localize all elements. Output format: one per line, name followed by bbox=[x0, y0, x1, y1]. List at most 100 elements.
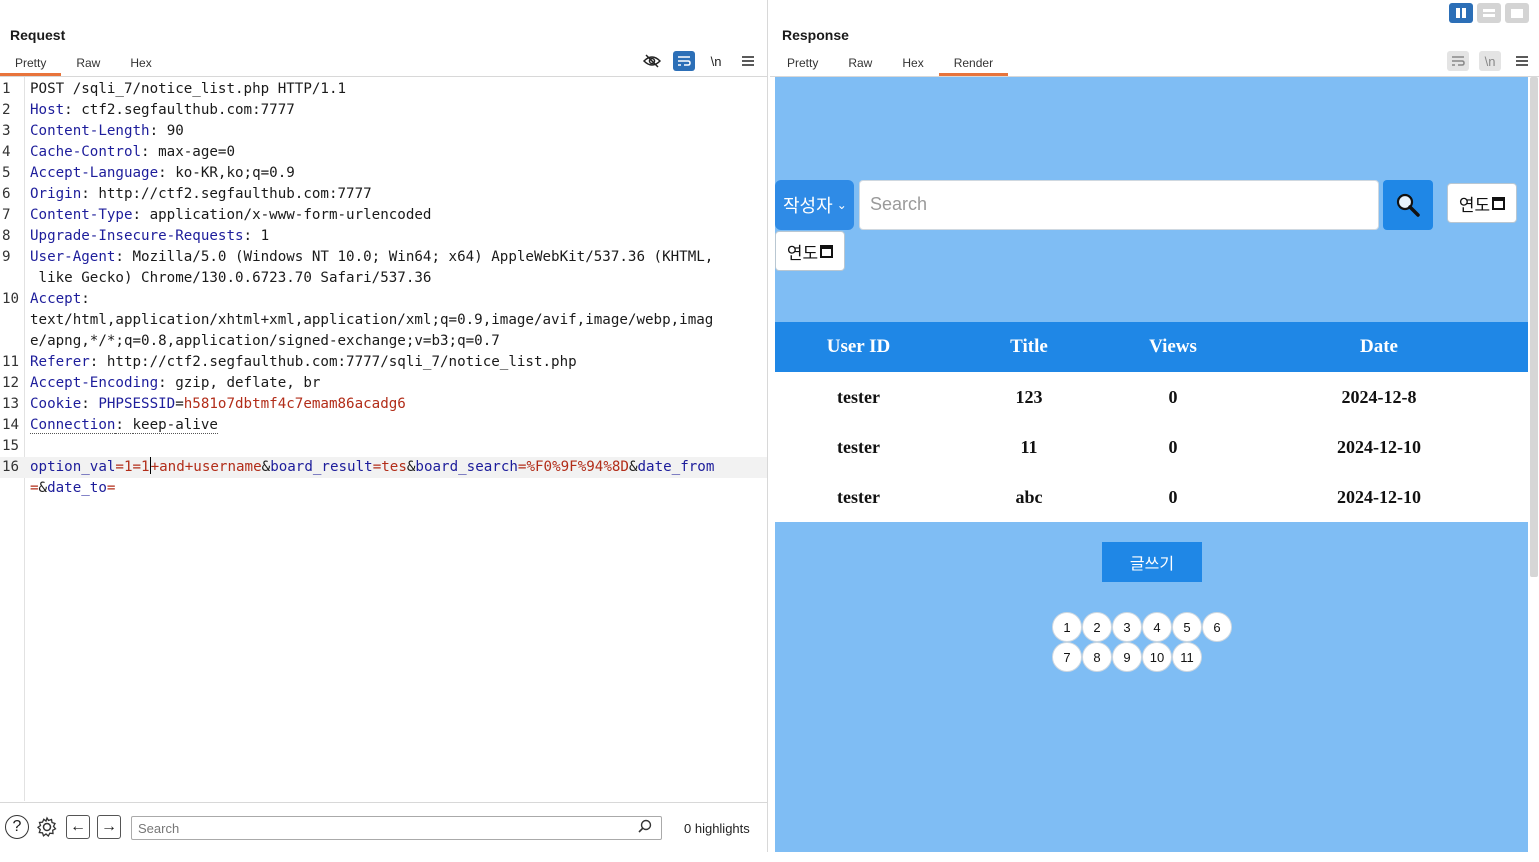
code-line[interactable]: 6 Origin: http://ctf2.segfaulthub.com:777… bbox=[0, 184, 767, 205]
page-link[interactable]: 4 bbox=[1142, 612, 1172, 642]
date-to-input[interactable]: 연도 bbox=[775, 231, 845, 271]
header-name: Origin bbox=[30, 186, 82, 202]
scrollbar[interactable] bbox=[1530, 77, 1538, 577]
code-line[interactable]: 12 Accept-Encoding: gzip, deflate, br bbox=[0, 373, 767, 394]
code-line[interactable]: 14 Connection: keep-alive bbox=[0, 415, 767, 436]
eye-off-icon[interactable] bbox=[641, 51, 663, 71]
request-editor[interactable]: 1 POST /sqli_7/notice_list.php HTTP/1.1 2 H… bbox=[0, 77, 767, 801]
code-line[interactable]: 9 User-Agent: Mozilla/5.0 (Windows NT 10.… bbox=[0, 247, 767, 268]
header-user-id: User ID bbox=[826, 336, 891, 357]
line-number: 11 bbox=[2, 354, 20, 370]
header-name: Accept bbox=[30, 291, 82, 307]
header-separator: : bbox=[115, 417, 133, 434]
request-tab-raw[interactable]: Raw bbox=[61, 52, 115, 76]
line-number: 5 bbox=[2, 165, 11, 181]
header-value: 90 bbox=[166, 123, 184, 139]
code-line[interactable]: 2 Host: ctf2.segfaulthub.com:7777 bbox=[0, 100, 767, 121]
code-line[interactable]: like Gecko) Chrome/130.0.6723.70 Safari/… bbox=[0, 268, 767, 289]
cell-title[interactable]: 123 bbox=[942, 387, 1116, 408]
search-input[interactable]: Search bbox=[859, 180, 1379, 230]
header-value: e/apng,*/*;q=0.8,application/signed-exch… bbox=[30, 333, 500, 349]
page-link[interactable]: 8 bbox=[1082, 642, 1112, 672]
response-tab-pretty[interactable]: Pretty bbox=[770, 52, 833, 76]
header-value: application/x-www-form-urlencoded bbox=[149, 207, 432, 223]
page-link[interactable]: 2 bbox=[1082, 612, 1112, 642]
table-row[interactable]: tester 123 0 2024-12-8 bbox=[775, 372, 1528, 422]
code-line-body[interactable]: 16 option_val=1=1+and+username&board_resu… bbox=[0, 457, 767, 478]
page-link[interactable]: 6 bbox=[1202, 612, 1232, 642]
split-columns-icon[interactable] bbox=[1449, 3, 1473, 23]
code-line[interactable]: 4 Cache-Control: max-age=0 bbox=[0, 142, 767, 163]
split-rows-icon[interactable] bbox=[1477, 3, 1501, 23]
line-number bbox=[0, 331, 25, 352]
code-line[interactable]: 15 bbox=[0, 436, 767, 457]
search-icon[interactable] bbox=[638, 819, 652, 836]
request-code[interactable]: 1 POST /sqli_7/notice_list.php HTTP/1.1 2 H… bbox=[0, 79, 767, 499]
code-line[interactable]: 7 Content-Type: application/x-www-form-ur… bbox=[0, 205, 767, 226]
rendered-page: 작성자 ⌄ Search 연도 연도 User ID Title Views D… bbox=[775, 77, 1528, 852]
wrap-icon[interactable] bbox=[673, 51, 695, 71]
cell-date: 2024-12-8 bbox=[1341, 386, 1417, 407]
page-link[interactable]: 7 bbox=[1052, 642, 1082, 672]
code-line[interactable]: 13 Cookie: PHPSESSID=h581o7dbtmf4c7emam86… bbox=[0, 394, 767, 415]
page-link[interactable]: 10 bbox=[1142, 642, 1172, 672]
code-line[interactable]: 8 Upgrade-Insecure-Requests: 1 bbox=[0, 226, 767, 247]
header-value: text/html,application/xhtml+xml,applicat… bbox=[30, 312, 714, 328]
param-value: %F0%9F%94%8D bbox=[526, 459, 629, 475]
line-number: 3 bbox=[2, 123, 11, 139]
cell-title[interactable]: abc bbox=[942, 487, 1116, 508]
page-link[interactable]: 1 bbox=[1052, 612, 1082, 642]
write-button[interactable]: 글쓰기 bbox=[1102, 542, 1202, 582]
single-pane-icon[interactable] bbox=[1505, 3, 1529, 23]
footer-search-input[interactable]: Search bbox=[131, 816, 662, 840]
newline-toggle[interactable]: \n bbox=[705, 51, 727, 71]
help-icon[interactable]: ? bbox=[5, 815, 29, 839]
hamburger-icon[interactable] bbox=[1511, 51, 1533, 71]
hamburger-icon[interactable] bbox=[737, 51, 759, 71]
newline-toggle[interactable]: \n bbox=[1479, 51, 1501, 71]
code-line[interactable]: 11 Referer: http://ctf2.segfaulthub.com:7… bbox=[0, 352, 767, 373]
page-link[interactable]: 9 bbox=[1112, 642, 1142, 672]
line-number: 14 bbox=[2, 417, 20, 433]
back-arrow-icon[interactable]: ← bbox=[66, 815, 90, 839]
code-line[interactable]: 5 Accept-Language: ko-KR,ko;q=0.9 bbox=[0, 163, 767, 184]
table-row[interactable]: tester abc 0 2024-12-10 bbox=[775, 472, 1528, 522]
param-name: date_to bbox=[47, 480, 107, 496]
request-tab-pretty[interactable]: Pretty bbox=[0, 52, 62, 76]
response-tab-raw[interactable]: Raw bbox=[833, 52, 887, 76]
code-line[interactable]: e/apng,*/*;q=0.8,application/signed-exch… bbox=[0, 331, 767, 352]
gear-icon[interactable] bbox=[35, 815, 59, 839]
response-tab-render[interactable]: Render bbox=[938, 52, 1009, 76]
code-line[interactable]: 1 POST /sqli_7/notice_list.php HTTP/1.1 bbox=[0, 79, 767, 100]
header-name: Upgrade-Insecure-Requests bbox=[30, 228, 244, 244]
request-footer: ? ← → Search 0 highlights bbox=[0, 802, 768, 852]
code-line[interactable]: text/html,application/xhtml+xml,applicat… bbox=[0, 310, 767, 331]
line-number bbox=[0, 268, 25, 289]
date-label: 연도 bbox=[786, 243, 819, 263]
cell-title[interactable]: 11 bbox=[942, 437, 1116, 458]
response-tab-hex[interactable]: Hex bbox=[887, 52, 938, 76]
code-line[interactable]: 3 Content-Length: 90 bbox=[0, 121, 767, 142]
date-from-input[interactable]: 연도 bbox=[1447, 183, 1517, 223]
header-name: User-Agent bbox=[30, 249, 116, 265]
page-link[interactable]: 5 bbox=[1172, 612, 1202, 642]
page-link[interactable]: 3 bbox=[1112, 612, 1142, 642]
wrap-icon[interactable] bbox=[1447, 51, 1469, 71]
cell-date: 2024-12-10 bbox=[1337, 436, 1421, 457]
line-number: 1 bbox=[2, 81, 11, 97]
code-line[interactable]: 10 Accept: bbox=[0, 289, 767, 310]
code-line-body-wrap[interactable]: =&date_to= bbox=[0, 478, 767, 499]
header-separator: : bbox=[243, 228, 261, 244]
forward-arrow-icon[interactable]: → bbox=[97, 815, 121, 839]
calendar-icon bbox=[820, 244, 834, 258]
cell-user-id: tester bbox=[837, 486, 880, 507]
header-value: like Gecko) Chrome/130.0.6723.70 Safari/… bbox=[30, 270, 432, 286]
page-link[interactable]: 11 bbox=[1172, 642, 1202, 672]
cell-views: 0 bbox=[1168, 486, 1178, 507]
request-tab-hex[interactable]: Hex bbox=[115, 52, 166, 76]
search-button[interactable] bbox=[1383, 180, 1433, 230]
header-separator: : bbox=[132, 207, 150, 223]
search-option-select[interactable]: 작성자 ⌄ bbox=[775, 180, 854, 230]
table-row[interactable]: tester 11 0 2024-12-10 bbox=[775, 422, 1528, 472]
header-value: http://ctf2.segfaulthub.com:7777 bbox=[98, 186, 372, 202]
